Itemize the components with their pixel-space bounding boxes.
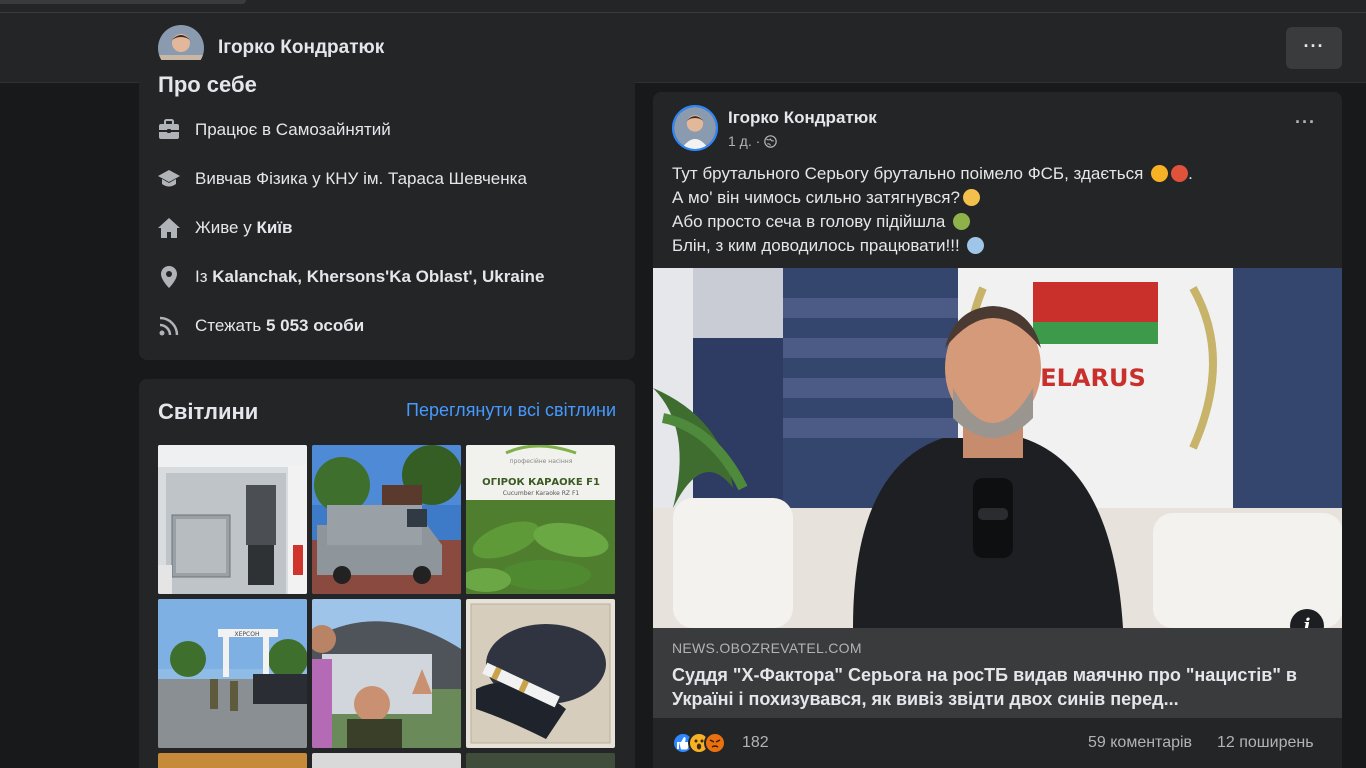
post-line-2: А мо' він чимось сильно затягнувся? <box>672 186 1193 210</box>
about-row-lives: Живе у Київ <box>157 216 627 242</box>
header-more-button[interactable]: ··· <box>1286 27 1342 69</box>
image-sign-text: ELARUS <box>1040 364 1146 392</box>
about-row-from: Із Kalanchak, Khersons'Ka Oblast', Ukrai… <box>157 265 627 291</box>
rss-icon <box>159 316 179 336</box>
photo-thumb-van-interior[interactable] <box>158 445 307 594</box>
post-line-4: Блін, з ким доводилось працювати!!! <box>672 234 1193 258</box>
post-text: Тут брутального Серьогу брутально поімел… <box>672 162 1193 258</box>
nauseated-emoji <box>953 213 971 230</box>
about-row-work: Працює в Самозайнятий <box>157 118 627 144</box>
about-followers-count[interactable]: 5 053 особи <box>266 316 364 335</box>
packet-brand-text: професійне насіння <box>510 458 573 465</box>
kherson-sign-text: ХЕРСОН <box>235 631 260 638</box>
post-line-1: Тут брутального Серьогу брутально поімел… <box>672 164 1193 183</box>
packet-title-text: ОГІРОК КАРАОКЕ F1 <box>482 477 600 488</box>
post-line-3: Або просто сеча в голову підійшла <box>672 210 1193 234</box>
browser-top-strip <box>0 0 1366 13</box>
top-strip-pill <box>0 0 246 4</box>
post-meta-separator: · <box>755 133 761 149</box>
about-lives-city[interactable]: Київ <box>256 218 292 237</box>
about-lives-text: Живе у Київ <box>195 218 293 237</box>
see-all-photos-link[interactable]: Переглянути всі світлини <box>406 400 616 421</box>
angry-reaction-icon <box>704 732 726 754</box>
about-from-place[interactable]: Kalanchak, Khersons'Ka Oblast', Ukraine <box>212 267 544 286</box>
post-author-avatar[interactable] <box>672 105 718 151</box>
about-education-text: Вивчав Фізика у КНУ ім. Тараса Шевченка <box>195 169 527 188</box>
about-card: Про себе Працює в Самозайнятий Вивчав Фі… <box>139 60 635 360</box>
comments-count[interactable]: 59 коментарів <box>1088 734 1192 752</box>
about-row-followers: Стежать 5 053 особи <box>157 314 627 340</box>
photo-thumb-row3-2[interactable] <box>312 753 461 768</box>
link-preview-footer[interactable]: NEWS.OBOZREVATEL.COM Суддя "Х-Фактора" С… <box>653 628 1342 718</box>
post-time[interactable]: 1 д. <box>728 133 752 149</box>
link-preview-image[interactable]: ELARUS <box>653 268 1342 628</box>
about-followers-text: Стежать 5 053 особи <box>195 316 365 335</box>
location-pin-icon <box>161 266 177 288</box>
link-headline[interactable]: Суддя "Х-Фактора" Серьога на росТБ видав… <box>672 663 1332 711</box>
globe-icon <box>764 135 777 148</box>
post-meta: 1 д. · <box>728 133 777 149</box>
reactions-count[interactable]: 182 <box>742 734 769 752</box>
tears-of-joy-emoji <box>1151 165 1169 182</box>
reactions-summary[interactable] <box>672 732 742 754</box>
home-icon <box>158 218 180 238</box>
screaming-emoji <box>967 237 985 254</box>
photo-thumb-cucumber-seeds[interactable]: професійне насіння ОГІРОК КАРАОКЕ F1 Cuc… <box>466 445 615 594</box>
link-domain: NEWS.OBOZREVATEL.COM <box>672 640 862 656</box>
photo-thumb-wrapped-item[interactable] <box>466 599 615 748</box>
photo-thumb-grey-van[interactable] <box>312 445 461 594</box>
photo-thumb-kherson-sign[interactable]: ХЕРСОН <box>158 599 307 748</box>
about-row-education: Вивчав Фізика у КНУ ім. Тараса Шевченка <box>157 167 627 193</box>
about-title: Про себе <box>158 72 257 97</box>
about-from-text: Із Kalanchak, Khersons'Ka Oblast', Ukrai… <box>195 267 545 286</box>
photos-title: Світлини <box>158 399 259 424</box>
angry-face-emoji <box>1171 165 1189 182</box>
post-author-name[interactable]: Ігорко Кондратюк <box>728 108 877 128</box>
photo-thumb-selfie-car[interactable] <box>312 599 461 748</box>
post-card: Ігорко Кондратюк 1 д. · ··· Тут брутальн… <box>653 92 1342 768</box>
shares-count[interactable]: 12 поширень <box>1217 734 1314 752</box>
post-stats: 182 59 коментарів 12 поширень <box>653 730 1342 756</box>
about-work-text: Працює в Самозайнятий <box>195 120 391 139</box>
photo-thumb-row3-3[interactable] <box>466 753 615 768</box>
post-more-button[interactable]: ··· <box>1295 112 1316 133</box>
packet-sub-text: Cucumber Karaoke RZ F1 <box>503 490 580 497</box>
thinking-emoji <box>962 189 980 206</box>
graduation-cap-icon <box>158 170 180 187</box>
photos-card: Світлини Переглянути всі світлини профес… <box>139 379 635 768</box>
header-name[interactable]: Ігорко Кондратюк <box>218 37 384 59</box>
photo-thumb-row3-1[interactable] <box>158 753 307 768</box>
briefcase-icon <box>159 119 179 139</box>
